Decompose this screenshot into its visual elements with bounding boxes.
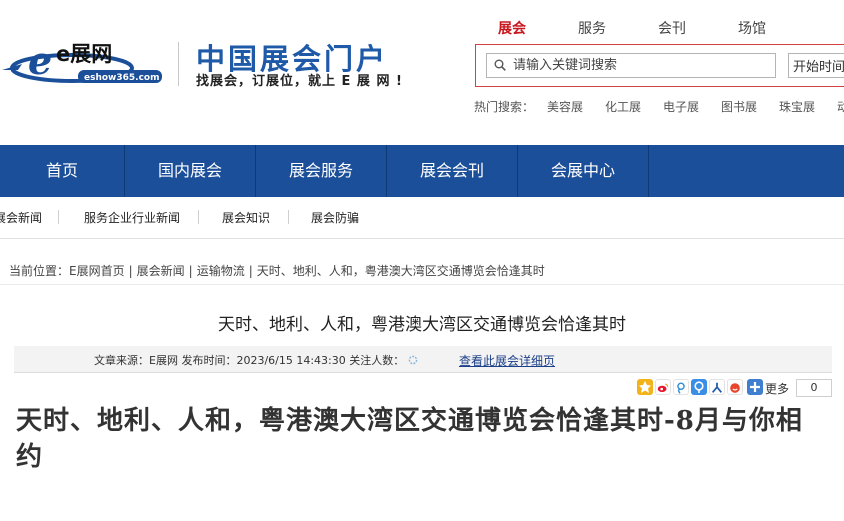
article-heading: 天时、地利、人和，粤港澳大湾区交通博览会恰逢其时-8月与你相约 xyxy=(16,406,803,472)
weibo-icon[interactable] xyxy=(655,379,671,395)
nav-expo-catalog[interactable]: 展会会刊 xyxy=(387,145,517,197)
start-time-button[interactable]: 开始时间 xyxy=(788,53,844,78)
search-tab-expo[interactable]: 展会 xyxy=(498,18,526,38)
hot-item-electronics[interactable]: 电子展 xyxy=(663,98,699,115)
more-share-icon[interactable] xyxy=(747,379,763,395)
pengyou-icon[interactable] xyxy=(691,379,707,395)
hot-item-chemical[interactable]: 化工展 xyxy=(605,98,641,115)
breadcrumb-separator: | xyxy=(128,264,133,278)
subnav-separator xyxy=(288,210,289,224)
qzone-icon[interactable] xyxy=(637,379,653,395)
subnav-separator xyxy=(198,210,199,224)
breadcrumb-logistics[interactable]: 运输物流 xyxy=(197,264,245,278)
tencent-weibo-icon[interactable] xyxy=(673,379,689,395)
hot-item-books[interactable]: 图书展 xyxy=(721,98,757,115)
meta-source: E展网 xyxy=(149,354,178,367)
view-expo-detail-link[interactable]: 查看此展会详细页 xyxy=(459,352,555,369)
eshow-logo[interactable]: e e展网 eshow365.com xyxy=(0,34,170,92)
breadcrumb-divider xyxy=(0,284,844,285)
article-meta: 文章来源：E展网 发布时间：2023/6/15 14:43:30 关注人数： 查… xyxy=(14,346,832,373)
search-icon xyxy=(494,59,506,71)
meta-time: 2023/6/15 14:43:30 xyxy=(236,354,346,367)
main-nav: 首页 国内展会 展会服务 展会会刊 会展中心 xyxy=(0,145,844,197)
breadcrumb-separator: | xyxy=(248,264,253,278)
subnav-anti-fraud[interactable]: 展会防骗 xyxy=(311,209,359,226)
breadcrumb-expo-news[interactable]: 展会新闻 xyxy=(137,264,185,278)
hot-item-jewelry[interactable]: 珠宝展 xyxy=(779,98,815,115)
subnav-separator xyxy=(58,210,59,224)
article-meta-text: 文章来源：E展网 发布时间：2023/6/15 14:43:30 关注人数： xyxy=(94,352,418,368)
breadcrumb: 当前位置：E展网首页 | 展会新闻 | 运输物流 | 天时、地利、人和，粤港澳大湾区交通博览… xyxy=(9,262,545,279)
nav-home[interactable]: 首页 xyxy=(0,145,124,197)
logo-divider xyxy=(178,42,179,86)
hot-item-more[interactable]: 动 xyxy=(837,98,844,115)
nav-separator xyxy=(648,145,649,197)
breadcrumb-separator: | xyxy=(188,264,193,278)
site-header: e e展网 eshow365.com 中国展会门户 找展会，订展位，就上 E 展… xyxy=(0,0,844,145)
meta-source-label: 文章来源： xyxy=(94,354,149,367)
hot-search-label: 热门搜索： xyxy=(474,100,535,114)
breadcrumb-home[interactable]: E展网首页 xyxy=(69,264,125,278)
breadcrumb-label: 当前位置： xyxy=(9,264,70,278)
hot-item-beauty[interactable]: 美容展 xyxy=(547,98,583,115)
breadcrumb-current: 天时、地利、人和，粤港澳大湾区交通博览会恰逢其时 xyxy=(256,264,545,278)
renren-icon[interactable] xyxy=(709,379,725,395)
share-more-label[interactable]: 更多 xyxy=(765,380,789,397)
search-tab-service[interactable]: 服务 xyxy=(578,18,606,38)
search-box: 开始时间 xyxy=(475,44,844,87)
svg-text:e: e xyxy=(28,38,52,83)
search-input-wrap xyxy=(486,53,776,78)
search-tab-catalog[interactable]: 会刊 xyxy=(658,18,686,38)
nav-domestic-expo[interactable]: 国内展会 xyxy=(125,145,255,197)
nav-exhibition-center[interactable]: 会展中心 xyxy=(518,145,648,197)
meta-views-label: 关注人数： xyxy=(349,354,405,367)
search-input[interactable] xyxy=(513,56,771,75)
loading-icon xyxy=(408,355,418,365)
portal-slogan: 找展会，订展位，就上 E 展 网 ! xyxy=(196,74,403,89)
subnav-expo-knowledge[interactable]: 展会知识 xyxy=(222,209,270,226)
subnav-industry-news[interactable]: 服务企业行业新闻 xyxy=(84,209,180,226)
article-title: 天时、地利、人和，粤港澳大湾区交通博览会恰逢其时 xyxy=(218,315,626,335)
sub-nav: 展会新闻 服务企业行业新闻 展会知识 展会防骗 xyxy=(0,197,844,239)
svg-text:eshow365.com: eshow365.com xyxy=(84,73,159,83)
search-tab-venue[interactable]: 场馆 xyxy=(738,18,766,38)
kaixin-icon[interactable] xyxy=(727,379,743,395)
meta-time-label: 发布时间： xyxy=(181,354,237,367)
subnav-expo-news[interactable]: 展会新闻 xyxy=(0,209,42,226)
svg-text:e展网: e展网 xyxy=(56,42,112,66)
share-count: 0 xyxy=(796,379,832,397)
nav-expo-service[interactable]: 展会服务 xyxy=(256,145,386,197)
